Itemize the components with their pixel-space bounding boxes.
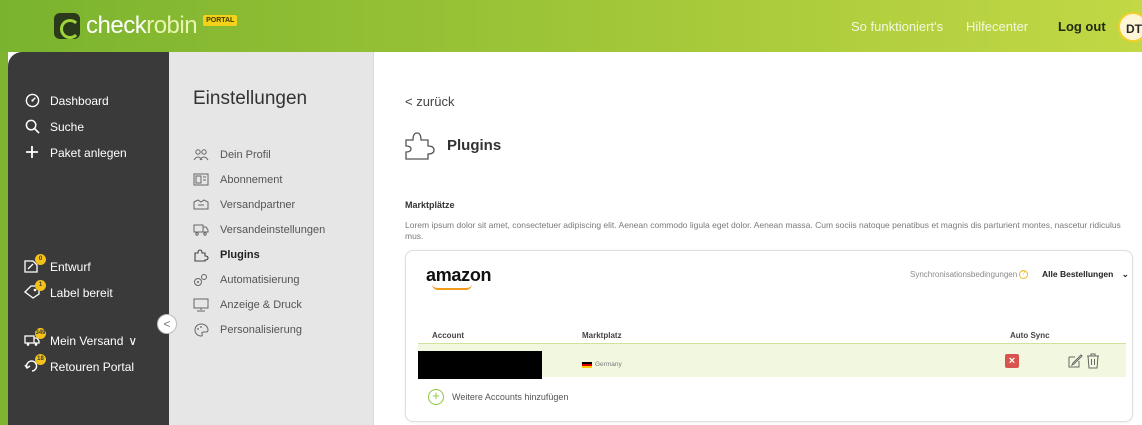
nav-help-center[interactable]: Hilfecenter bbox=[966, 19, 1028, 34]
back-link[interactable]: < zurück bbox=[405, 94, 455, 109]
shipping-settings-icon bbox=[193, 223, 209, 237]
monitor-icon bbox=[193, 298, 209, 312]
automation-icon bbox=[193, 273, 209, 287]
sidebar-item-label: Dashboard bbox=[50, 94, 109, 108]
collapse-sidebar-button[interactable]: < bbox=[157, 314, 177, 334]
section-description: Lorem ipsum dolor sit amet, consectetuer… bbox=[405, 220, 1121, 241]
autosync-disabled-toggle[interactable]: × bbox=[1005, 354, 1019, 368]
settings-item-label: Plugins bbox=[220, 249, 260, 261]
settings-item-label: Abonnement bbox=[220, 174, 283, 186]
draft-icon: 0 bbox=[24, 254, 46, 275]
sidebar-item-label: Suche bbox=[50, 120, 85, 134]
avatar[interactable]: DT bbox=[1118, 12, 1142, 42]
label-icon: 1 bbox=[24, 280, 46, 301]
settings-item-automation[interactable]: Automatisierung bbox=[193, 273, 300, 287]
plus-circle-icon: + bbox=[428, 389, 444, 405]
trash-icon[interactable] bbox=[1086, 353, 1100, 369]
germany-flag-icon bbox=[582, 361, 592, 368]
sidebar-item-label: Paket anlegen bbox=[50, 146, 127, 160]
puzzle-icon bbox=[193, 248, 209, 262]
settings-item-label: Versandpartner bbox=[220, 199, 296, 211]
column-header-account: Account bbox=[432, 331, 464, 340]
logout-button[interactable]: Log out bbox=[1058, 19, 1106, 34]
chevron-down-icon: ⌄ bbox=[1121, 269, 1129, 279]
label-ready-count-badge: 1 bbox=[35, 280, 46, 291]
portal-badge: PORTAL bbox=[203, 14, 238, 26]
search-icon bbox=[24, 119, 40, 135]
account-name-redacted bbox=[418, 351, 542, 379]
sidebar-item-label: Retouren Portal bbox=[50, 360, 135, 374]
settings-item-label: Personalisierung bbox=[220, 324, 302, 336]
add-accounts-label: Weitere Accounts hinzufügen bbox=[452, 392, 569, 402]
sidebar-item-draft[interactable]: 0 Entwurf bbox=[24, 254, 91, 275]
shipping-icon: 349 bbox=[24, 328, 46, 349]
logo-wordmark: checkrobin bbox=[86, 12, 198, 39]
left-accent-strip bbox=[0, 52, 8, 425]
subscription-icon bbox=[193, 173, 209, 187]
my-shipping-count-badge: 349 bbox=[35, 328, 46, 339]
table-row: Germany × bbox=[418, 343, 1126, 379]
column-header-autosync: Auto Sync bbox=[1010, 331, 1050, 340]
gauge-icon bbox=[24, 93, 40, 109]
partner-icon bbox=[193, 198, 209, 212]
amazon-logo: amazon bbox=[426, 265, 492, 285]
puzzle-icon bbox=[403, 128, 437, 162]
amazon-marketplace-card: amazon Synchronisationsbedingungen? Alle… bbox=[405, 250, 1133, 422]
marketplace-cell: Germany bbox=[582, 361, 622, 368]
returns-count-badge: 18 bbox=[35, 354, 46, 365]
amazon-smile-icon bbox=[432, 284, 472, 290]
settings-item-profile[interactable]: Dein Profil bbox=[193, 148, 271, 162]
settings-item-shipping-settings[interactable]: Versandeinstellungen bbox=[193, 223, 325, 237]
profile-icon bbox=[193, 148, 209, 162]
settings-item-subscription[interactable]: Abonnement bbox=[193, 173, 282, 187]
settings-item-label: Automatisierung bbox=[220, 274, 300, 286]
add-accounts-button[interactable]: + Weitere Accounts hinzufügen bbox=[428, 389, 568, 405]
sync-conditions-label: Synchronisationsbedingungen? bbox=[910, 270, 1029, 280]
page-header: Plugins bbox=[403, 128, 501, 162]
edit-icon[interactable] bbox=[1067, 353, 1083, 369]
settings-item-label: Versandeinstellungen bbox=[220, 224, 326, 236]
main-content: < zurück Plugins Marktplätze Lorem ipsum… bbox=[375, 52, 1142, 425]
return-icon: 18 bbox=[24, 354, 46, 375]
settings-item-plugins[interactable]: Plugins bbox=[193, 248, 260, 262]
sidebar-item-returns-portal[interactable]: 18 Retouren Portal bbox=[24, 354, 135, 375]
sidebar-item-dashboard[interactable]: Dashboard bbox=[24, 93, 109, 109]
settings-item-label: Dein Profil bbox=[220, 149, 271, 161]
settings-item-shipping-partner[interactable]: Versandpartner bbox=[193, 198, 295, 212]
column-header-market: Marktplatz bbox=[582, 331, 622, 340]
sidebar-item-my-shipping[interactable]: 349 Mein Versand ∨ bbox=[24, 328, 137, 349]
settings-item-personalization[interactable]: Personalisierung bbox=[193, 323, 302, 337]
palette-icon bbox=[193, 323, 209, 337]
sidebar-item-search[interactable]: Suche bbox=[24, 119, 84, 135]
checkrobin-logo[interactable]: checkrobin PORTAL bbox=[54, 9, 238, 43]
chevron-down-icon[interactable]: ∨ bbox=[128, 334, 137, 348]
sidebar-item-label-ready[interactable]: 1 Label bereit bbox=[24, 280, 113, 301]
settings-title: Einstellungen bbox=[193, 88, 308, 109]
section-title: Marktplätze bbox=[405, 200, 455, 210]
help-icon[interactable]: ? bbox=[1019, 270, 1029, 280]
sidebar-item-label: Label bereit bbox=[50, 286, 113, 300]
main-sidebar: Dashboard Suche Paket anlegen 0 Entwurf … bbox=[8, 52, 169, 425]
top-bar: checkrobin PORTAL So funktioniert's Hilf… bbox=[0, 0, 1142, 52]
sidebar-item-create-package[interactable]: Paket anlegen bbox=[24, 145, 127, 161]
nav-how-it-works[interactable]: So funktioniert's bbox=[851, 19, 943, 34]
settings-panel: Einstellungen Dein Profil Abonnement Ver… bbox=[157, 52, 374, 425]
sidebar-item-label: Entwurf bbox=[50, 260, 91, 274]
settings-item-display-print[interactable]: Anzeige & Druck bbox=[193, 298, 302, 312]
checkrobin-logo-icon bbox=[54, 13, 80, 39]
settings-item-label: Anzeige & Druck bbox=[220, 299, 302, 311]
sync-conditions-select[interactable]: Alle Bestellungen ⌄ bbox=[1042, 269, 1129, 280]
plus-icon bbox=[24, 145, 40, 161]
page-title: Plugins bbox=[447, 136, 502, 154]
draft-count-badge: 0 bbox=[35, 254, 46, 265]
sidebar-item-label: Mein Versand bbox=[50, 334, 124, 348]
